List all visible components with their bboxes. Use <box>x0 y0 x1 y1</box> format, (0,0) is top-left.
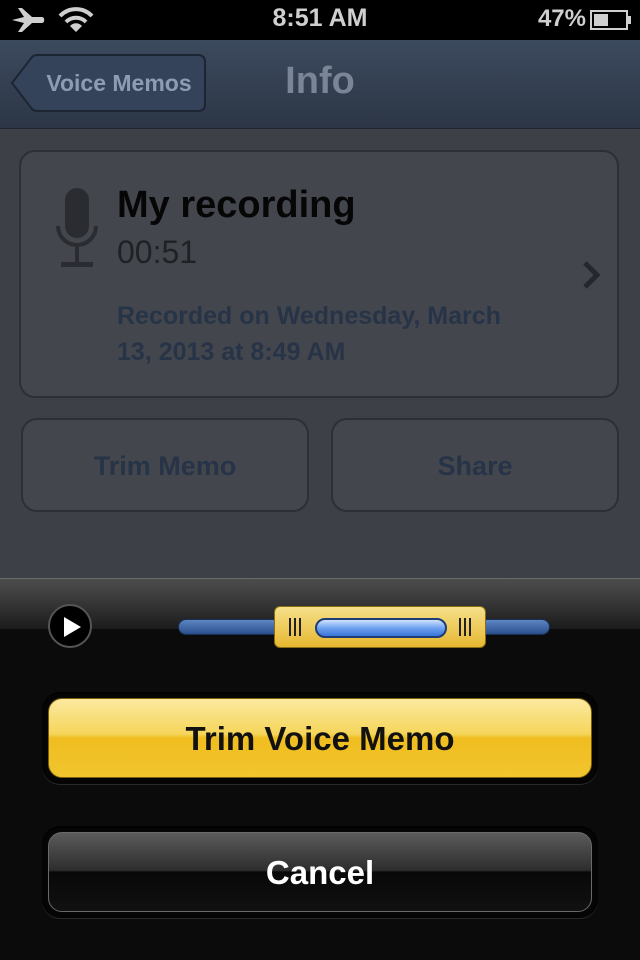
microphone-icon <box>56 188 98 267</box>
trim-button-well: Trim Voice Memo <box>42 692 598 784</box>
share-button[interactable]: Share <box>331 418 619 512</box>
cancel-button-well: Cancel <box>42 826 598 918</box>
back-button-label: Voice Memos <box>46 70 192 96</box>
play-icon <box>64 617 81 637</box>
battery-icon <box>590 10 631 30</box>
recording-duration: 00:51 <box>117 234 198 270</box>
recording-date-line-2: 13, 2013 at 8:49 AM <box>117 338 346 366</box>
cancel-button[interactable]: Cancel <box>48 832 592 912</box>
grip-icon[interactable] <box>459 618 471 636</box>
page-title: Info <box>285 60 355 102</box>
trim-selection-handle[interactable] <box>274 606 486 648</box>
battery-percent: 47% <box>537 5 586 32</box>
trim-selection-region <box>315 618 447 638</box>
chevron-right-icon <box>583 261 601 289</box>
trim-action-sheet: Trim Voice Memo Cancel <box>0 578 640 960</box>
trim-voice-memo-button[interactable]: Trim Voice Memo <box>48 698 592 778</box>
grip-icon[interactable] <box>289 618 301 636</box>
voice-memo-info-screen: Voice Memos Info My recording 00:51 Reco… <box>0 40 640 578</box>
trim-memo-button[interactable]: Trim Memo <box>21 418 309 512</box>
status-bar: 8:51 AM 47% <box>0 0 640 40</box>
play-button[interactable] <box>48 604 92 648</box>
recording-info-card[interactable]: My recording 00:51 Recorded on Wednesday… <box>19 150 619 398</box>
recording-date: Recorded on Wednesday, March 13, 2013 at… <box>117 298 577 370</box>
navigation-bar: Voice Memos Info <box>0 40 640 129</box>
recording-date-line-1: Recorded on Wednesday, March <box>117 302 501 330</box>
back-button[interactable]: Voice Memos <box>10 54 206 112</box>
recording-name: My recording <box>117 184 356 226</box>
